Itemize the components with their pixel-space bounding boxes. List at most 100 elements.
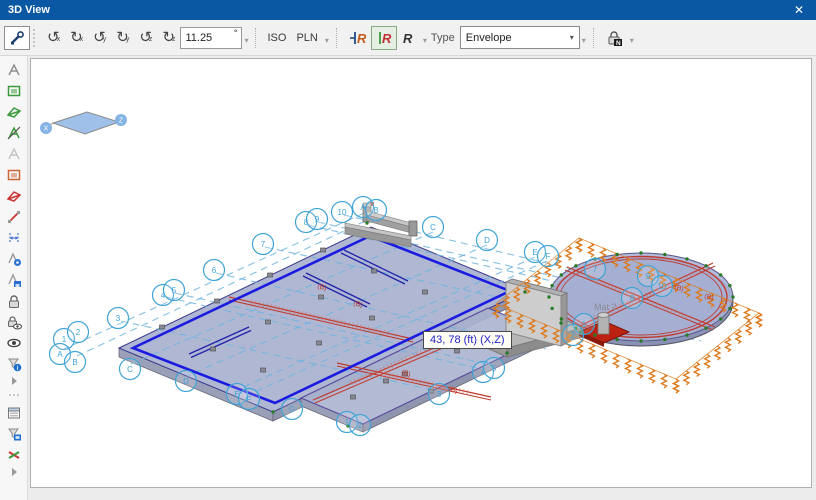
grid-bubble: 5 bbox=[164, 280, 185, 301]
toolbar-separator bbox=[255, 28, 257, 48]
svg-text:C: C bbox=[127, 365, 133, 374]
grid-bubble: 3 bbox=[429, 384, 450, 405]
extrude-frames-left-button[interactable]: R bbox=[343, 26, 371, 50]
grid-bubble: F bbox=[239, 389, 260, 410]
grid-bubble: C bbox=[423, 217, 444, 238]
dimension-lines-icon[interactable] bbox=[3, 228, 24, 247]
lock-model-icon[interactable] bbox=[3, 291, 24, 310]
lock-north-icon: N bbox=[605, 29, 623, 47]
svg-text:5: 5 bbox=[492, 364, 497, 373]
svg-text:6: 6 bbox=[212, 266, 217, 275]
section-cut-icon[interactable] bbox=[3, 445, 24, 464]
rotate-button-group: ↺x↻x↺y↻y↺z↻z bbox=[42, 26, 180, 50]
svg-text:D: D bbox=[484, 236, 490, 245]
view-dropdown-icon[interactable]: ▾ bbox=[323, 36, 331, 45]
viewport-3d[interactable]: X Z 12AB345678910ABCDEFCDEFG123457910812… bbox=[30, 58, 812, 488]
svg-text:E: E bbox=[532, 248, 537, 257]
degree-symbol: ° bbox=[234, 28, 238, 38]
svg-text:2: 2 bbox=[571, 331, 576, 340]
more-tools-arrow-icon[interactable] bbox=[3, 375, 24, 387]
frames-disabled-icon[interactable] bbox=[3, 144, 24, 163]
svg-text:B: B bbox=[72, 358, 77, 367]
extrude-frames-active-icon: R bbox=[376, 30, 392, 46]
rotate-cw-y-button[interactable]: ↻y bbox=[111, 26, 134, 50]
grid-bubble: B bbox=[366, 200, 387, 221]
grid-bubble: 2 bbox=[68, 322, 89, 343]
show-slabs-icon[interactable] bbox=[3, 81, 24, 100]
lock-dropdown-icon[interactable]: ▾ bbox=[628, 36, 636, 45]
svg-text:3: 3 bbox=[437, 390, 442, 399]
toolbar-separator bbox=[593, 28, 595, 48]
app-window: 3D View ✕ ↺x↻x↺y↻y↺z↻z 11.25 ° ▾ ISO PLN… bbox=[0, 0, 816, 500]
grid-bubble: F bbox=[538, 246, 559, 267]
svg-text:Z: Z bbox=[119, 118, 124, 125]
svg-text:10: 10 bbox=[658, 282, 667, 291]
view-plan-button[interactable]: PLN bbox=[291, 26, 322, 50]
toolbar: ↺x↻x↺y↻y↺z↻z 11.25 ° ▾ ISO PLN ▾ R R R bbox=[0, 20, 816, 56]
svg-text:N: N bbox=[616, 40, 621, 47]
toolbar-grip bbox=[33, 29, 39, 47]
angle-dropdown-icon[interactable]: ▾ bbox=[242, 36, 250, 45]
svg-text:9: 9 bbox=[315, 215, 320, 224]
grid-bubble: D bbox=[176, 371, 197, 392]
lock-north-button[interactable]: N bbox=[600, 26, 628, 50]
view-iso-button[interactable]: ISO bbox=[262, 26, 291, 50]
show-hide-objects-icon[interactable] bbox=[3, 333, 24, 352]
extrude-frames-left-icon: R bbox=[348, 30, 366, 46]
svg-text:R: R bbox=[403, 31, 413, 46]
svg-text:7: 7 bbox=[593, 265, 598, 274]
svg-text:10: 10 bbox=[338, 208, 347, 217]
remove-area-icon[interactable] bbox=[3, 186, 24, 205]
window-title: 3D View bbox=[8, 4, 50, 16]
grid-bubble: 7 bbox=[253, 234, 274, 255]
model-scene: X Z 12AB345678910ABCDEFCDEFG123457910812… bbox=[31, 59, 811, 487]
svg-text:R: R bbox=[382, 31, 392, 46]
properties-wrench-button[interactable] bbox=[4, 26, 30, 50]
filter-info-icon[interactable]: i bbox=[3, 354, 24, 373]
rotate-cw-x-button[interactable]: ↻x bbox=[65, 26, 88, 50]
save-view-icon[interactable] bbox=[3, 270, 24, 289]
remove-line-icon[interactable] bbox=[3, 207, 24, 226]
type-select[interactable]: Envelope ▾ bbox=[460, 26, 580, 49]
lock-display-icon[interactable] bbox=[3, 312, 24, 331]
svg-text:D: D bbox=[183, 377, 189, 386]
close-icon[interactable]: ✕ bbox=[790, 3, 808, 17]
draw-area-icon[interactable] bbox=[3, 102, 24, 121]
svg-text:X: X bbox=[44, 126, 49, 133]
plane-axis-widget: X Z bbox=[40, 112, 127, 134]
more-display-arrow-icon[interactable] bbox=[3, 466, 24, 478]
grid-bubble: 5 bbox=[484, 358, 505, 379]
rotate-ccw-x-button[interactable]: ↺x bbox=[42, 26, 65, 50]
extrude-frames-active-button[interactable]: R bbox=[371, 26, 397, 50]
draw-frame-icon[interactable] bbox=[3, 123, 24, 142]
grid-bubble: 9 bbox=[307, 209, 328, 230]
rotate-ccw-z-button[interactable]: ↺z bbox=[134, 26, 157, 50]
svg-text:9: 9 bbox=[646, 272, 651, 281]
svg-text:F: F bbox=[247, 395, 252, 404]
grid-bubble: 6 bbox=[204, 260, 225, 281]
svg-text:1: 1 bbox=[62, 335, 67, 344]
grid-bubble: 8 bbox=[622, 288, 643, 309]
show-tables-icon[interactable] bbox=[3, 403, 24, 422]
filter-tables-icon[interactable] bbox=[3, 424, 24, 443]
window-titlebar: 3D View ✕ bbox=[0, 0, 816, 20]
extrude-dropdown-icon[interactable]: ▾ bbox=[421, 36, 429, 45]
grid-bubble: G bbox=[282, 399, 303, 420]
grid-bubble: 7 bbox=[585, 259, 606, 280]
svg-text:8: 8 bbox=[630, 294, 635, 303]
rotation-angle-input[interactable]: 11.25 ° bbox=[180, 27, 242, 49]
type-dropdown-icon[interactable]: ▾ bbox=[580, 36, 588, 45]
rotate-cw-z-button[interactable]: ↻z bbox=[157, 26, 180, 50]
svg-text:F: F bbox=[546, 252, 551, 261]
remove-slab-icon[interactable] bbox=[3, 165, 24, 184]
extrude-frames-plain-button[interactable]: R bbox=[397, 26, 421, 50]
wrench-icon bbox=[9, 30, 25, 46]
grid-bubble: B bbox=[65, 352, 86, 373]
show-frames-icon[interactable] bbox=[3, 60, 24, 79]
rotate-ccw-y-button[interactable]: ↺y bbox=[88, 26, 111, 50]
object-settings-icon[interactable] bbox=[3, 249, 24, 268]
chevron-down-icon: ▾ bbox=[570, 33, 574, 42]
grid-bubble: D bbox=[477, 230, 498, 251]
extrude-frames-plain-icon: R bbox=[402, 30, 416, 46]
svg-text:1: 1 bbox=[582, 320, 587, 329]
